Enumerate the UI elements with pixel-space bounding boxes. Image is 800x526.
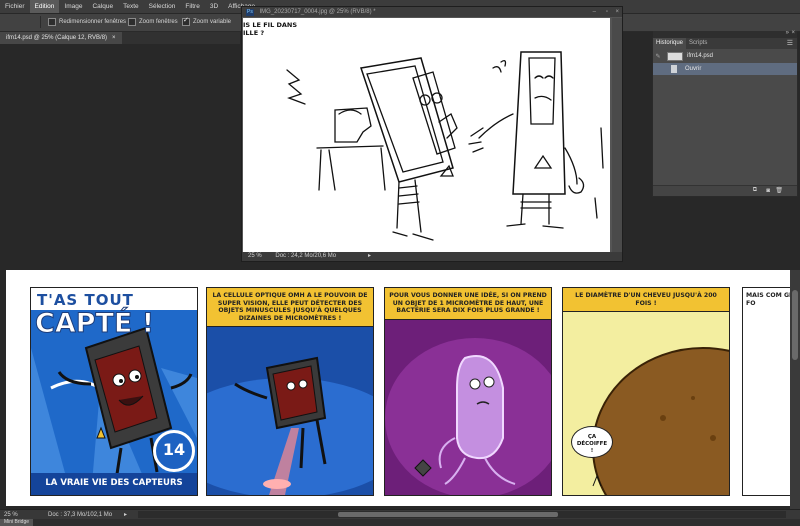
cover-number: 14 — [162, 440, 186, 459]
comic-panel-4: Le diamètre d'un cheveu jusqu'à 200 fois… — [562, 287, 730, 496]
main-canvas[interactable]: T'AS TOUT CAPTÉ ! 14 LA VRAIE VIE DES CA… — [6, 270, 800, 506]
zoom-variable-option[interactable]: Zoom variable — [182, 16, 232, 26]
status-arrow-icon[interactable]: ▸ — [368, 252, 371, 261]
panel-4-bubble-text: ÇA DÉCOIFFE ! — [576, 434, 608, 454]
close-icon[interactable]: × — [615, 7, 619, 17]
status-zoom[interactable]: 25 % — [4, 512, 18, 518]
floating-window-statusbar: 25 % Doc : 24,2 Mo/20,6 Mo ▸ — [242, 252, 622, 261]
history-brush-icon[interactable]: ✎ — [653, 53, 663, 60]
new-document-from-state-icon[interactable]: ⧉ — [753, 187, 757, 194]
comic-panel-3: Pour vous donner une idée, si on prend u… — [384, 287, 552, 496]
floating-scrollbar[interactable] — [612, 18, 622, 252]
document-tab[interactable]: ifm14.psd @ 25% (Calque 12, RVB/8) × — [0, 32, 122, 44]
floating-document-window[interactable]: Ps IMG_20230717_0004.jpg @ 25% (RVB/8) *… — [241, 6, 623, 262]
photoshop-badge-icon: Ps — [246, 9, 254, 16]
menu-filtre[interactable]: Filtre — [180, 0, 204, 13]
zoom-windows-checkbox[interactable] — [128, 18, 136, 26]
horizontal-scrollbar[interactable] — [138, 511, 786, 518]
menu-texte[interactable]: Texte — [118, 0, 144, 13]
history-item-ouvrir[interactable]: Ouvrir — [653, 63, 797, 75]
floating-doc-size: Doc : 24,2 Mo/20,6 Mo — [275, 253, 337, 259]
cover-title-line2: CAPTÉ ! — [34, 308, 155, 340]
history-panel-footer: ⧉ ◙ 🗑 — [653, 185, 797, 196]
menu-3d[interactable]: 3D — [205, 0, 223, 13]
panel-3-caption: Pour vous donner une idée, si on prend u… — [385, 288, 551, 320]
history-snapshot[interactable]: ✎ ifm14.psd — [653, 50, 797, 62]
floating-window-titlebar[interactable]: Ps IMG_20230717_0004.jpg @ 25% (RVB/8) *… — [242, 7, 622, 17]
tab-historique[interactable]: Historique — [653, 38, 687, 49]
document-tab-title: ifm14.psd @ 25% (Calque 12, RVB/8) — [6, 35, 108, 41]
zoom-variable-checkbox[interactable] — [182, 16, 190, 26]
cover-number-badge: 14 — [153, 430, 195, 472]
panel-menu-icon[interactable]: ☰ — [787, 39, 793, 47]
panel-4-caption: Le diamètre d'un cheveu jusqu'à 200 fois… — [563, 288, 729, 312]
zoom-windows-label: Zoom fenêtres — [139, 19, 178, 25]
camera-icon[interactable]: ◙ — [766, 188, 770, 194]
resize-windows-option[interactable]: Redimensionner fenêtres — [48, 18, 126, 26]
panel-tabs: Historique Scripts ☰ — [653, 38, 797, 49]
document-icon — [671, 65, 677, 73]
tab-scripts[interactable]: Scripts — [686, 38, 710, 49]
snapshot-label: ifm14.psd — [687, 53, 714, 59]
menu-calque[interactable]: Calque — [87, 0, 118, 13]
menu-selection[interactable]: Sélection — [144, 0, 181, 13]
scroll-thumb[interactable] — [792, 290, 798, 360]
snapshot-thumbnail — [667, 51, 683, 61]
comic-panel-2: La cellule optique OMH a le pouvoir de s… — [206, 287, 374, 496]
options-divider — [40, 16, 41, 28]
panel-2-caption: La cellule optique OMH a le pouvoir de s… — [207, 288, 373, 327]
cover-footer: LA VRAIE VIE DES CAPTEURS — [45, 478, 183, 488]
menu-fichier[interactable]: Fichier — [0, 0, 30, 13]
sketch-drawing — [286, 51, 604, 241]
history-item-label: Ouvrir — [685, 66, 702, 72]
floating-zoom[interactable]: 25 % — [248, 253, 262, 259]
cover-title-line1: T'AS TOUT — [37, 291, 134, 309]
zoom-variable-label: Zoom variable — [193, 19, 232, 25]
history-panel: » × Historique Scripts ☰ ✎ ifm14.psd Ouv… — [652, 30, 798, 197]
minimize-icon[interactable]: – — [593, 7, 596, 17]
trash-icon[interactable]: 🗑 — [775, 187, 783, 194]
zoom-windows-option[interactable]: Zoom fenêtres — [128, 18, 178, 26]
mini-bridge-tab[interactable]: Mini Bridge — [0, 519, 34, 526]
floating-window-title: IMG_20230717_0004.jpg @ 25% (RVB/8) * — [259, 9, 376, 15]
restore-icon[interactable]: ▫ — [606, 7, 608, 17]
resize-windows-label: Redimensionner fenêtres — [59, 19, 127, 25]
close-icon[interactable]: × — [791, 30, 795, 36]
resize-windows-checkbox[interactable] — [48, 18, 56, 26]
cover-footer-band: LA VRAIE VIE DES CAPTEURS — [31, 473, 197, 495]
document-tab-bar: ifm14.psd @ 25% (Calque 12, RVB/8) × — [0, 32, 240, 44]
collapse-icon[interactable]: » — [786, 30, 789, 36]
sketch-canvas[interactable]: IS LE FIL DANS ILLE ? — [243, 18, 610, 252]
horizontal-scroll-thumb[interactable] — [338, 512, 558, 517]
menu-edition[interactable]: Edition — [29, 0, 60, 13]
panel-dock-bar: » × — [653, 30, 797, 38]
main-vertical-scrollbar[interactable] — [790, 270, 800, 509]
mini-bridge-bar: Mini Bridge — [0, 519, 800, 526]
close-icon[interactable]: × — [112, 32, 116, 44]
panel-4-speech-bubble: ÇA DÉCOIFFE ! — [571, 426, 613, 458]
menu-image[interactable]: Image — [59, 0, 87, 13]
comic-cover-panel: T'AS TOUT CAPTÉ ! 14 LA VRAIE VIE DES CA… — [30, 287, 198, 496]
panel-4-art — [563, 288, 729, 495]
